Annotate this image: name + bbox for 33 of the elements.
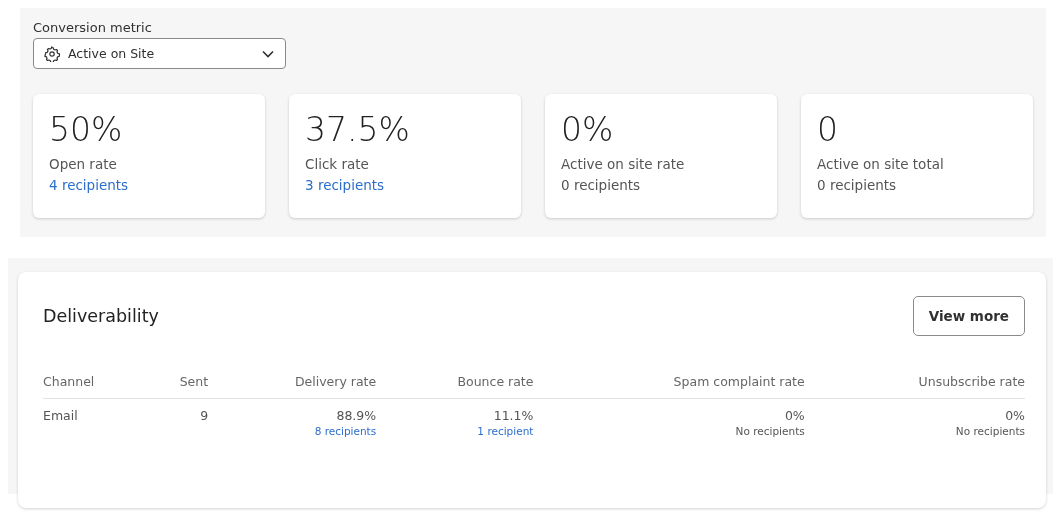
table-cell: Email [43, 398, 150, 438]
recipients-link[interactable]: 4 recipients [49, 177, 129, 193]
column-header: Bounce rate [376, 374, 534, 399]
metric-value: 50% [49, 110, 123, 150]
rate-value: 0% [783, 408, 805, 423]
metric-dropdown[interactable]: Active on Site [33, 38, 286, 69]
metric-label: Active on site total [817, 156, 944, 172]
table-cell: 9 [149, 398, 209, 438]
column-header: Channel [43, 374, 150, 399]
recipients-note: No recipients [735, 425, 805, 437]
gear-icon [44, 45, 60, 62]
metric-label: Open rate [49, 156, 117, 172]
metric-label: Active on site rate [561, 156, 685, 172]
metric-label: Click rate [305, 156, 369, 172]
metric-value: 0 [817, 110, 838, 150]
section-title: Deliverability [43, 306, 159, 326]
recipients-link[interactable]: 3 recipients [305, 177, 385, 193]
recipients-link[interactable]: 1 recipient [477, 425, 534, 437]
rate-value: 0% [1004, 408, 1025, 423]
rate-value: 88.9% [335, 408, 377, 423]
column-header: Unsubscribe rate [804, 374, 1025, 399]
recipients-count: 0 recipients [817, 177, 897, 193]
column-header: Sent [149, 374, 209, 399]
field-label: Conversion metric [33, 20, 153, 35]
metric-value: 0% [561, 110, 614, 150]
recipients-count: 0 recipients [561, 177, 641, 193]
rate-value: 11.1% [492, 408, 534, 423]
column-header: Delivery rate [208, 374, 377, 399]
metric-value: 37.5% [305, 110, 410, 150]
column-header: Spam complaint rate [533, 374, 805, 399]
recipients-note: No recipients [955, 425, 1025, 437]
recipients-link[interactable]: 8 recipients [314, 425, 377, 437]
view-more-button[interactable]: View more [912, 296, 1025, 336]
